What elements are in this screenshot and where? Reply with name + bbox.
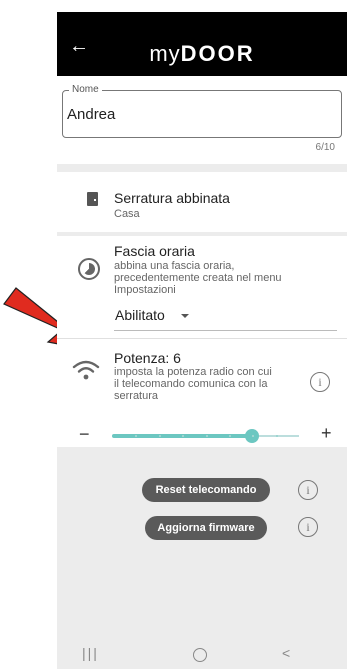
time-band-desc-line: precedentemente creata nel menu — [114, 272, 282, 284]
paired-lock-title: Serratura abbinata — [114, 190, 230, 206]
increase-power-button[interactable]: + — [321, 423, 332, 444]
reset-info-icon[interactable]: i — [298, 480, 318, 500]
time-band-desc-line: abbina una fascia oraria, — [114, 260, 235, 272]
paired-lock-subtitle: Casa — [114, 208, 140, 220]
clock-icon — [78, 258, 100, 280]
phone-screen: ← myDOOR Nome Andrea 6/10 Serratura abbi… — [57, 12, 347, 669]
power-slider-tick — [159, 435, 161, 437]
power-slider-tick — [206, 435, 208, 437]
power-slider-tick — [229, 435, 231, 437]
power-desc-line: imposta la potenza radio con cui — [114, 366, 272, 378]
app-bar: ← myDOOR — [57, 12, 347, 76]
power-card: Potenza: 6 imposta la potenza radio con … — [57, 338, 347, 447]
power-slider-tick — [182, 435, 184, 437]
power-desc-line: serratura — [114, 390, 159, 402]
update-firmware-button[interactable]: Aggiorna firmware — [145, 516, 267, 540]
power-slider-tick — [252, 435, 254, 437]
power-slider-tick — [135, 435, 137, 437]
power-slider-tick — [276, 435, 278, 437]
name-field-value[interactable]: Andrea — [67, 106, 115, 123]
wifi-icon — [72, 360, 100, 380]
name-card: Nome Andrea 6/10 — [57, 76, 347, 164]
time-band-card: Fascia oraria abbina una fascia oraria, … — [57, 236, 347, 338]
time-band-desc-line: Impostazioni — [114, 284, 176, 296]
paired-lock-card[interactable]: Serratura abbinata Casa — [57, 172, 347, 232]
name-field-label: Nome — [69, 84, 102, 95]
power-info-icon[interactable]: i — [310, 372, 330, 392]
firmware-info-icon[interactable]: i — [298, 517, 318, 537]
power-title: Potenza: 6 — [114, 350, 181, 366]
time-band-select-value: Abilitato — [115, 307, 165, 323]
chevron-down-icon — [180, 314, 189, 319]
decrease-power-button[interactable]: − — [79, 424, 90, 445]
system-nav-bar: ||| < — [57, 640, 347, 669]
door-icon — [87, 192, 98, 206]
char-counter: 6/10 — [315, 142, 335, 153]
time-band-title: Fascia oraria — [114, 243, 195, 259]
time-band-select[interactable]: Abilitato — [115, 307, 189, 323]
name-field[interactable]: Nome Andrea — [62, 84, 342, 138]
app-logo: myDOOR — [149, 41, 255, 66]
recent-apps-icon[interactable]: ||| — [82, 645, 99, 661]
power-desc-line: il telecomando comunica con la — [114, 378, 268, 390]
home-icon[interactable] — [193, 648, 207, 662]
select-underline — [114, 330, 337, 331]
power-slider[interactable] — [112, 429, 299, 443]
reset-remote-button[interactable]: Reset telecomando — [142, 478, 270, 502]
nav-back-icon[interactable]: < — [282, 645, 290, 661]
